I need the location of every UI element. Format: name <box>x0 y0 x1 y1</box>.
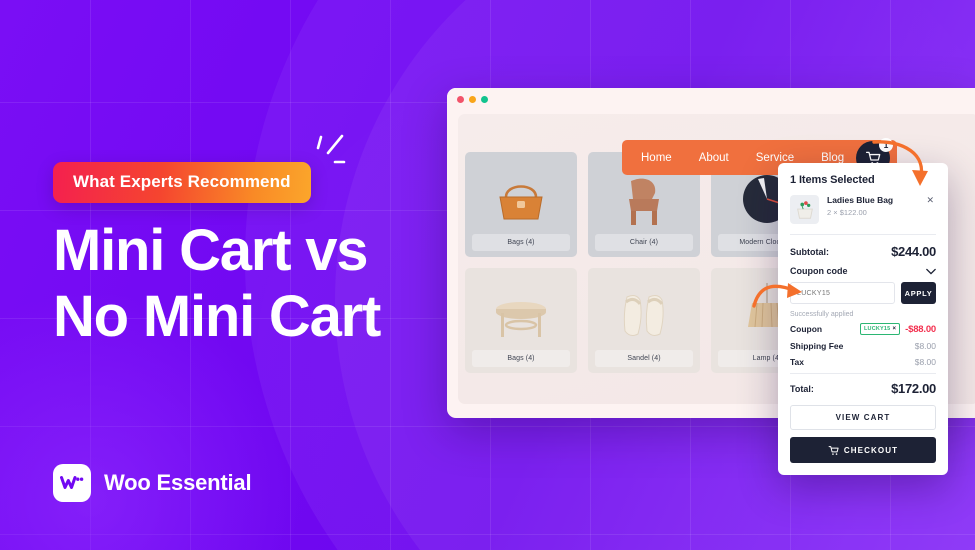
coupon-success-message: Successfully applied <box>790 311 854 318</box>
remove-item-icon[interactable]: ✕ <box>924 195 936 206</box>
nav-link-home[interactable]: Home <box>641 152 672 164</box>
page-title: Mini Cart vs No Mini Cart <box>53 218 381 350</box>
product-label: Bags (4) <box>472 350 570 367</box>
nav-link-service[interactable]: Service <box>756 152 794 164</box>
product-tile[interactable]: Bags (4) <box>465 268 577 373</box>
tax-value: $8.00 <box>914 357 936 367</box>
shipping-fee-label: Shipping Fee <box>790 341 844 351</box>
cart-item-name: Ladies Blue Bag <box>827 195 894 205</box>
tax-label: Tax <box>790 357 805 367</box>
applied-coupon-code: LUCKY15 <box>863 326 891 332</box>
product-thumbnail <box>790 195 819 224</box>
window-maximize-dot[interactable] <box>481 95 488 103</box>
shipping-fee-row: Shipping Fee $8.00 <box>790 341 936 351</box>
table-icon <box>496 301 546 337</box>
coupon-form: APPLY <box>790 282 936 304</box>
coupon-discount-row: Coupon LUCKY15 × -$88.00 <box>790 323 936 335</box>
apply-coupon-button[interactable]: APPLY <box>901 282 936 304</box>
coupon-toggle-label: Coupon code <box>790 266 848 276</box>
coupon-discount-value: -$88.00 <box>905 323 936 335</box>
product-grid: Bags (4) Chair (4) Modern Clock (4) Bags… <box>465 152 823 373</box>
product-label: Chair (4) <box>595 234 693 251</box>
window-minimize-dot[interactable] <box>469 95 476 103</box>
experts-badge: What Experts Recommend <box>53 162 311 203</box>
subtotal-value: $244.00 <box>891 244 936 259</box>
total-row: Total: $172.00 <box>790 373 936 405</box>
mini-cart-title: 1 Items Selected <box>790 174 875 186</box>
mini-cart-panel: 1 Items Selected Ladies Blue Bag 2 × $12… <box>778 163 948 475</box>
checkout-label: CHECKOUT <box>843 445 899 455</box>
cart-item-quantity-price: 2 × $122.00 <box>827 208 867 217</box>
coupon-tag-group: LUCKY15 × -$88.00 <box>859 323 936 335</box>
browser-titlebar <box>447 88 975 110</box>
chair-icon <box>629 178 659 225</box>
cart-item-info: Ladies Blue Bag 2 × $122.00 <box>827 195 916 217</box>
chevron-down-icon <box>926 268 936 275</box>
nav-link-blog[interactable]: Blog <box>821 152 844 164</box>
checkout-button[interactable]: CHECKOUT <box>790 437 936 463</box>
woo-logo-icon <box>53 464 91 502</box>
subtotal-label: Subtotal: <box>790 246 829 257</box>
brand-logo: Woo Essential <box>53 464 252 502</box>
coupon-row-label: Coupon <box>790 324 823 334</box>
product-tile[interactable]: Bags (4) <box>465 152 577 257</box>
sparkle-icon <box>316 134 346 164</box>
coupon-code-input[interactable] <box>790 282 895 304</box>
product-label: Bags (4) <box>472 234 570 251</box>
remove-coupon-icon[interactable]: × <box>892 326 896 332</box>
total-label: Total: <box>790 383 814 394</box>
cart-count-badge: 1 <box>879 137 893 152</box>
nav-link-about[interactable]: About <box>699 152 729 164</box>
product-tile[interactable]: Sandel (4) <box>588 268 700 373</box>
sandal-icon <box>623 294 664 336</box>
cart-icon <box>828 445 839 455</box>
shipping-fee-value: $8.00 <box>914 341 936 351</box>
tax-row: Tax $8.00 <box>790 357 936 367</box>
coupon-toggle[interactable]: Coupon code <box>790 259 936 282</box>
bag-thumb-icon <box>796 200 813 219</box>
product-label: Sandel (4) <box>595 350 693 367</box>
applied-coupon-tag[interactable]: LUCKY15 × <box>859 323 901 335</box>
handbag-icon <box>499 184 543 219</box>
window-close-dot[interactable] <box>457 95 464 103</box>
cart-line-item: Ladies Blue Bag 2 × $122.00 ✕ <box>790 195 936 234</box>
view-cart-button[interactable]: VIEW CART <box>790 405 936 430</box>
subtotal-row: Subtotal: $244.00 <box>790 235 936 259</box>
total-value: $172.00 <box>891 381 936 396</box>
brand-name: Woo Essential <box>104 470 252 495</box>
